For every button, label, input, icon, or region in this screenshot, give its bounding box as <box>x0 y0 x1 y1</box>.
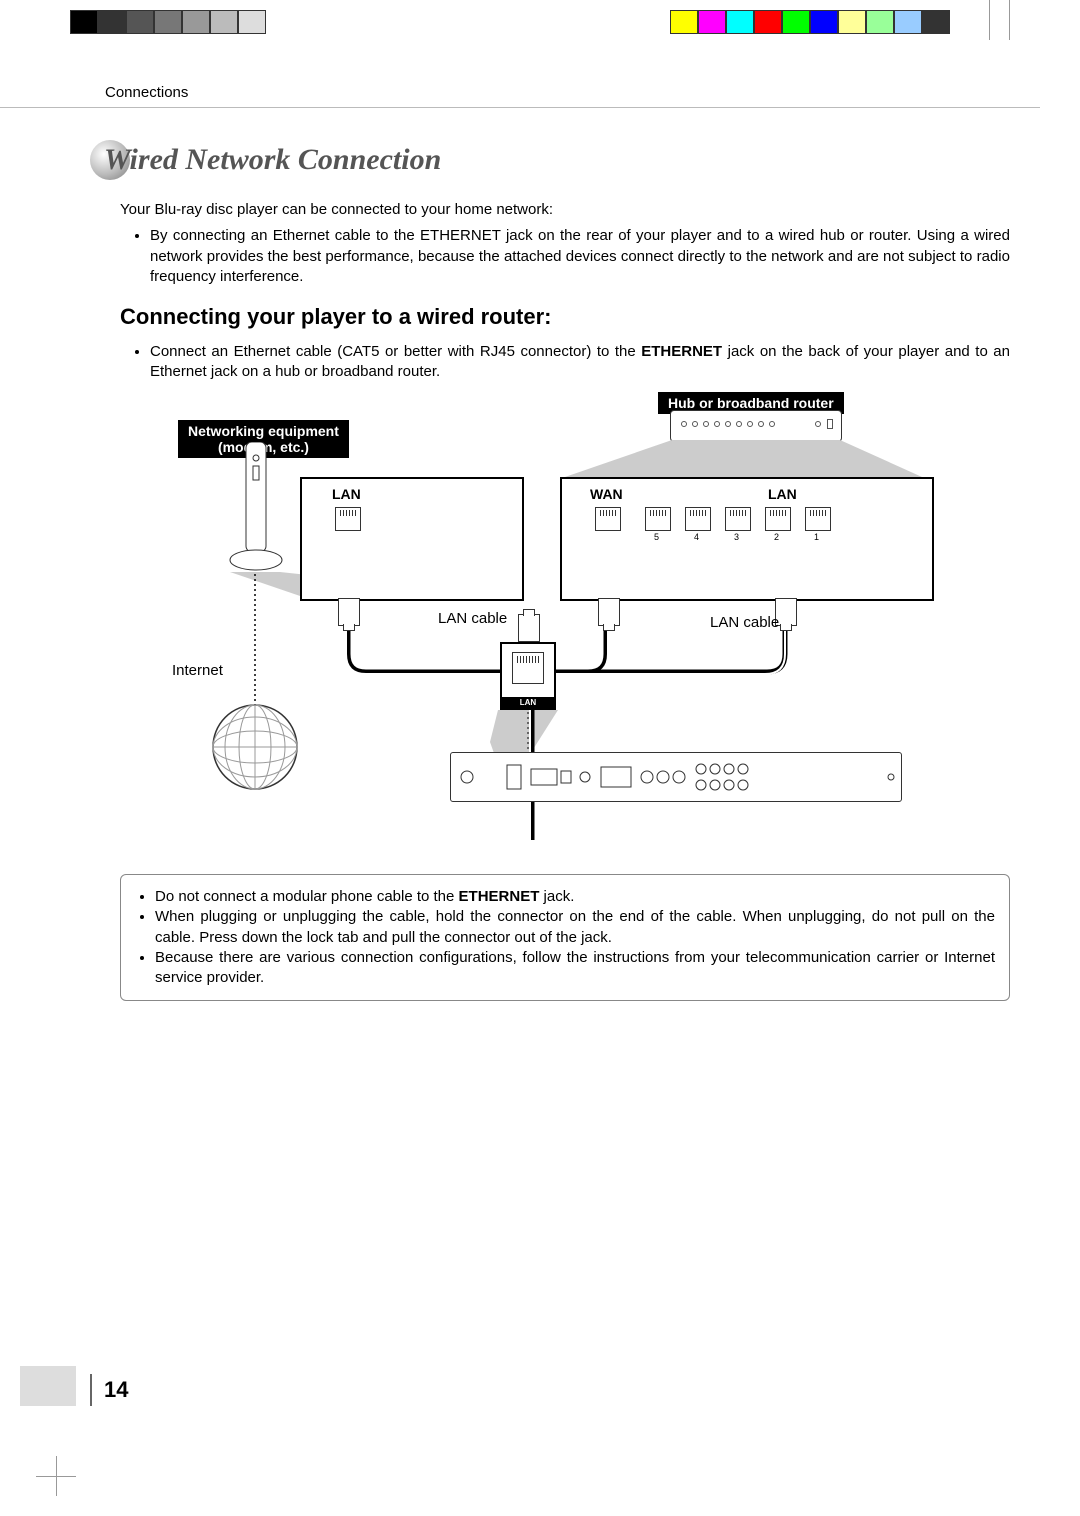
section-header: Connections <box>105 84 188 101</box>
port-num: 5 <box>654 532 659 542</box>
modem-device-icon <box>228 442 284 572</box>
intro-lead: Your Blu-ray disc player can be connecte… <box>120 201 553 218</box>
colorbar-right <box>642 10 950 34</box>
ethernet-port-icon <box>645 507 671 531</box>
step-prefix: Connect an Ethernet cable (CAT5 or bette… <box>150 343 641 360</box>
port-label-lan2: LAN <box>768 486 797 502</box>
page-number-value: 14 <box>104 1377 128 1403</box>
calibration-line <box>1009 0 1010 40</box>
port-num: 2 <box>774 532 779 542</box>
hub-device-icon <box>670 410 842 442</box>
jack-lan-label: LAN <box>502 697 554 708</box>
colorbar-left <box>70 10 294 34</box>
ethernet-port-icon <box>725 507 751 531</box>
port-label-lan: LAN <box>332 486 361 502</box>
rj45-plug-icon <box>518 614 540 642</box>
ethernet-port-icon <box>805 507 831 531</box>
step-text: Connect an Ethernet cable (CAT5 or bette… <box>120 336 1010 383</box>
calibration-line <box>989 0 990 40</box>
player-rear-panel-icon <box>450 752 902 802</box>
note-item: Do not connect a modular phone cable to … <box>155 887 995 907</box>
internet-label: Internet <box>172 662 223 679</box>
registration-mark <box>20 1366 76 1406</box>
notes-box: Do not connect a modular phone cable to … <box>120 874 1010 1001</box>
section-underline <box>0 107 1040 108</box>
intro-bullet: By connecting an Ethernet cable to the E… <box>150 226 1010 287</box>
intro-text: Your Blu-ray disc player can be connecte… <box>120 200 1010 287</box>
network-diagram: Networking equipment (modem, etc.) Hub o… <box>160 392 940 862</box>
manual-page: Connections Wired Network Connection You… <box>0 0 1080 1516</box>
pagenum-divider <box>90 1374 92 1406</box>
page-title: Wired Network Connection <box>90 140 441 180</box>
note-item: Because there are various connection con… <box>155 948 995 989</box>
rj45-plug-icon <box>598 598 620 626</box>
subheading: Connecting your player to a wired router… <box>120 304 552 330</box>
step-bold: ETHERNET <box>641 343 722 360</box>
ethernet-port-icon <box>685 507 711 531</box>
port-num: 4 <box>694 532 699 542</box>
globe-icon <box>210 702 300 792</box>
ethernet-port-icon <box>595 507 621 531</box>
port-label-wan: WAN <box>590 486 623 502</box>
page-number: 14 <box>90 1374 128 1406</box>
note-item: When plugging or unplugging the cable, h… <box>155 907 995 948</box>
ethernet-port-icon <box>765 507 791 531</box>
port-num: 1 <box>814 532 819 542</box>
lan-cable-label: LAN cable <box>710 614 779 631</box>
ethernet-port-icon <box>335 507 361 531</box>
title-text: Wired Network Connection <box>104 143 441 177</box>
rj45-plug-icon <box>338 598 360 626</box>
ethernet-jack-icon: LAN <box>500 642 556 710</box>
lan-cable-label: LAN cable <box>438 610 507 627</box>
port-num: 3 <box>734 532 739 542</box>
